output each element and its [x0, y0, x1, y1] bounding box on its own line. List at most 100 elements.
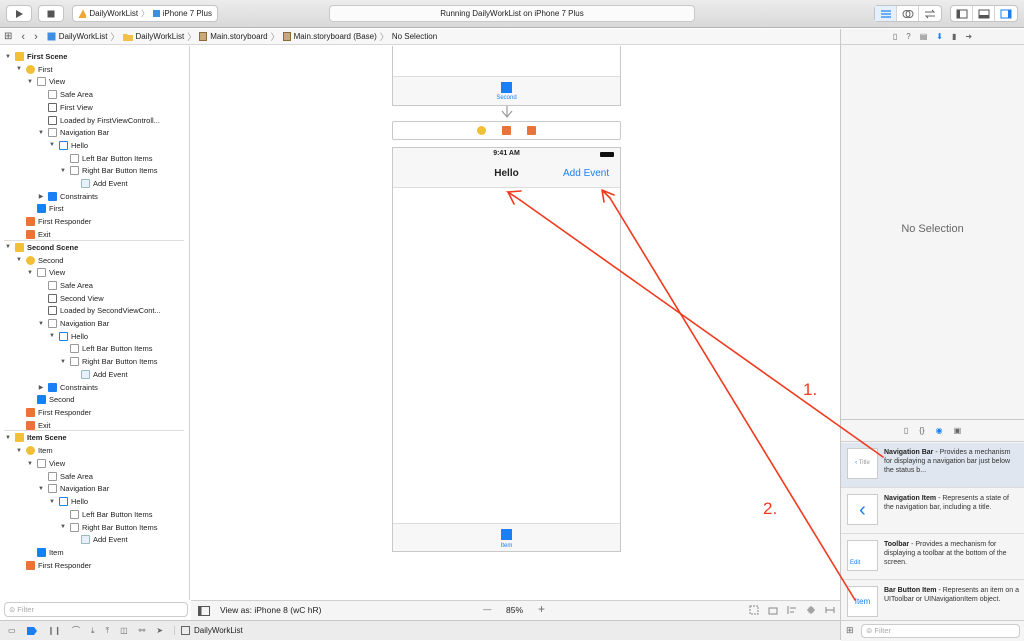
outline-row[interactable]: First	[26, 202, 64, 215]
file-inspector-icon[interactable]: ▯	[893, 32, 897, 41]
disclosure-triangle-icon[interactable]: ▼	[15, 448, 23, 454]
run-button[interactable]	[6, 5, 32, 22]
outline-row[interactable]: Left Bar Button Items	[59, 152, 152, 165]
tab-item-label[interactable]: Second	[393, 95, 620, 101]
stop-button[interactable]	[38, 5, 64, 22]
jump-item[interactable]: No Selection	[392, 32, 437, 41]
outline-row[interactable]: ▼ First	[15, 63, 53, 76]
step-into-icon[interactable]: ⤓	[91, 626, 95, 636]
back-arrow-icon[interactable]: ‹	[21, 31, 25, 43]
library-item[interactable]: ‹ Navigation Item - Represents a state o…	[841, 489, 1024, 534]
embed-in-icon[interactable]	[768, 605, 778, 615]
media-library-icon[interactable]: ▣	[954, 426, 962, 435]
outline-row[interactable]: ▼ Navigation Bar	[37, 126, 109, 139]
disclosure-triangle-icon[interactable]: ▼	[59, 359, 67, 365]
outline-row[interactable]: ▼ Item Scene	[4, 431, 67, 444]
location-icon[interactable]: ➤	[156, 626, 163, 635]
outline-row[interactable]: Add Event	[70, 368, 128, 381]
disclosure-triangle-icon[interactable]: ▶	[37, 193, 45, 200]
attributes-inspector-icon[interactable]: ⬇	[936, 32, 943, 41]
outline-row[interactable]: Add Event	[70, 177, 128, 190]
disclosure-triangle-icon[interactable]: ▼	[37, 130, 45, 136]
forward-arrow-icon[interactable]: ›	[34, 31, 38, 43]
outline-row[interactable]: ▼ Navigation Bar	[37, 317, 109, 330]
storyboard-canvas[interactable]: Second 9:41 AM Hello Add Event Item	[191, 46, 840, 600]
outline-row[interactable]: Left Bar Button Items	[59, 342, 152, 355]
disclosure-triangle-icon[interactable]: ▼	[26, 270, 34, 276]
grid-view-icon[interactable]: ⊞	[846, 625, 854, 636]
outline-row[interactable]: ▼ View	[26, 266, 65, 279]
object-library-icon[interactable]: ◉	[936, 426, 943, 435]
second-scene-frame[interactable]: Second	[392, 46, 621, 106]
outline-row[interactable]: ▼ Second Scene	[4, 241, 78, 254]
outline-filter-field[interactable]: ⊜ Filter	[4, 602, 188, 617]
view-debugger-icon[interactable]: ◫	[120, 626, 128, 635]
disclosure-triangle-icon[interactable]: ▼	[26, 461, 34, 467]
jump-item[interactable]: Main.storyboard (Base)	[294, 32, 377, 41]
outline-row[interactable]: Safe Area	[37, 279, 93, 292]
view-controller-icon[interactable]	[477, 126, 486, 135]
outline-row[interactable]: ▶ Constraints	[37, 190, 98, 203]
code-snippet-icon[interactable]: {}	[919, 426, 924, 435]
exit-icon[interactable]	[527, 126, 536, 135]
file-template-icon[interactable]: ▯	[904, 426, 908, 435]
step-out-icon[interactable]: ⤒	[106, 626, 110, 636]
outline-row[interactable]: Safe Area	[37, 88, 93, 101]
tab-item-label[interactable]: Item	[393, 543, 620, 549]
add-event-button[interactable]: Add Event	[563, 168, 609, 179]
library-filter-field[interactable]: ⊜ Filter	[861, 624, 1020, 638]
outline-row[interactable]: First View	[37, 101, 93, 114]
utilities-toggle-icon[interactable]	[995, 6, 1017, 21]
navigation-bar[interactable]: 9:41 AM Hello Add Event	[393, 148, 620, 188]
outline-row[interactable]: ▼ First Scene	[4, 50, 67, 63]
zoom-in-button[interactable]: +	[538, 602, 545, 616]
disclosure-triangle-icon[interactable]: ▼	[59, 524, 67, 530]
outline-row[interactable]: Safe Area	[37, 470, 93, 483]
memory-graph-icon[interactable]: ⚯	[139, 626, 146, 635]
debug-toggle-icon[interactable]	[973, 6, 995, 21]
navigator-toggle-icon[interactable]	[951, 6, 973, 21]
disclosure-triangle-icon[interactable]: ▼	[37, 321, 45, 327]
outline-row[interactable]: ▼ Right Bar Button Items	[59, 355, 157, 368]
outline-row[interactable]: First Responder	[15, 215, 91, 228]
panel-toggle-control[interactable]	[950, 5, 1018, 22]
outline-row[interactable]: ▼ Second	[15, 254, 63, 267]
disclosure-triangle-icon[interactable]: ▼	[59, 168, 67, 174]
outline-row[interactable]: ▼ Right Bar Button Items	[59, 164, 157, 177]
outline-row[interactable]: ▼ View	[26, 457, 65, 470]
jump-item[interactable]: DailyWorkList	[59, 32, 108, 41]
breakpoints-icon[interactable]	[26, 626, 37, 635]
align-icon[interactable]	[787, 605, 797, 615]
disclosure-triangle-icon[interactable]: ▼	[37, 486, 45, 492]
resolve-issues-icon[interactable]	[825, 605, 835, 615]
disclosure-triangle-icon[interactable]: ▼	[4, 244, 12, 250]
disclosure-triangle-icon[interactable]: ▼	[48, 499, 56, 505]
outline-row[interactable]: ▼ Hello	[48, 330, 88, 343]
hide-debug-icon[interactable]: ▭	[8, 626, 16, 635]
outline-row[interactable]: ▼ Hello	[48, 495, 88, 508]
disclosure-triangle-icon[interactable]: ▼	[26, 79, 34, 85]
outline-toggle-icon[interactable]	[198, 606, 210, 616]
scheme-selector[interactable]: DailyWorkList 〉 iPhone 7 Plus	[72, 5, 218, 22]
outline-row[interactable]: Left Bar Button Items	[59, 508, 152, 521]
pin-icon[interactable]	[806, 605, 816, 615]
outline-row[interactable]: Second	[26, 393, 74, 406]
first-responder-icon[interactable]	[502, 126, 511, 135]
view-as-label[interactable]: View as: iPhone 8 (wC hR)	[220, 605, 321, 615]
connections-inspector-icon[interactable]: ➜	[965, 32, 972, 41]
outline-row[interactable]: ▶ Constraints	[37, 381, 98, 394]
assistant-editor-icon[interactable]	[897, 6, 919, 21]
disclosure-triangle-icon[interactable]: ▼	[15, 66, 23, 72]
debug-target[interactable]: DailyWorkList	[174, 626, 243, 635]
disclosure-triangle-icon[interactable]: ▼	[15, 257, 23, 263]
update-frames-icon[interactable]	[749, 605, 759, 615]
outline-row[interactable]: ▼ Right Bar Button Items	[59, 521, 157, 534]
disclosure-triangle-icon[interactable]: ▼	[48, 333, 56, 339]
jump-item[interactable]: DailyWorkList	[136, 32, 185, 41]
size-inspector-icon[interactable]: ▮	[952, 32, 956, 41]
outline-row[interactable]: ▼ Hello	[48, 139, 88, 152]
outline-row[interactable]: First Responder	[15, 406, 91, 419]
outline-row[interactable]: ▼ Item	[15, 444, 53, 457]
version-editor-icon[interactable]	[919, 6, 941, 21]
step-over-icon[interactable]: ⌒	[72, 625, 80, 636]
